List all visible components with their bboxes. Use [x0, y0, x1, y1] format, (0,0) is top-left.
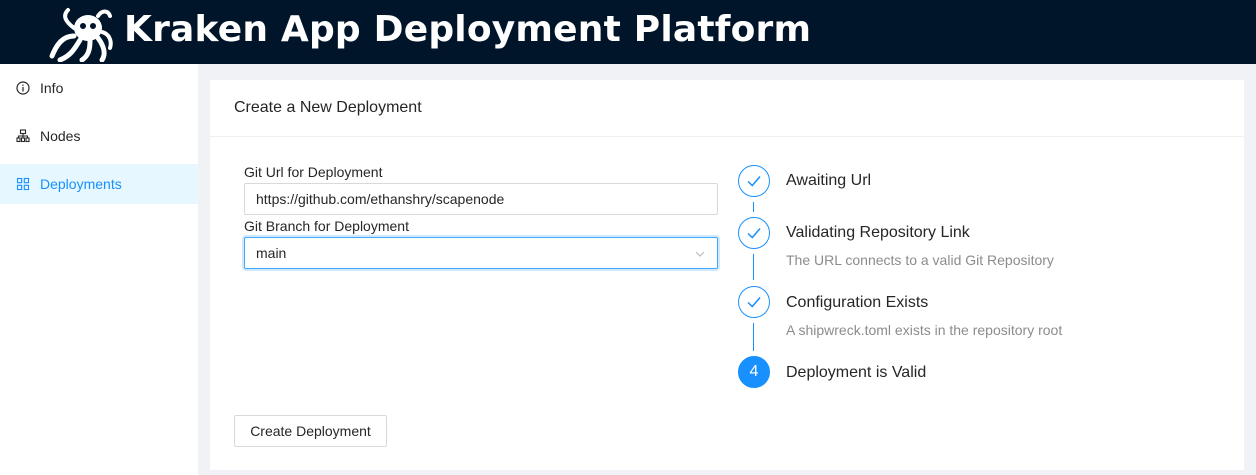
step-1-title: Awaiting Url [786, 172, 872, 189]
sidebar-item-info[interactable]: Info [0, 68, 198, 108]
create-deployment-card: Create a New Deployment Git Url for Depl… [210, 80, 1244, 470]
app-header: Kraken App Deployment Platform [0, 0, 1256, 64]
git-branch-value: main [256, 245, 287, 261]
git-branch-label: Git Branch for Deployment [244, 218, 409, 234]
sidebar: Info Nodes Deployments [0, 64, 198, 475]
sidebar-item-label: Deployments [40, 176, 122, 192]
create-deployment-button[interactable]: Create Deployment [234, 415, 387, 447]
step-2-description: The URL connects to a valid Git Reposito… [786, 252, 1054, 268]
cluster-icon [16, 129, 30, 143]
sidebar-item-label: Info [40, 80, 64, 96]
step-3-description: A shipwreck.toml exists in the repositor… [786, 322, 1063, 338]
sidebar-item-nodes[interactable]: Nodes [0, 116, 198, 156]
step-4-icon: 4 [738, 356, 770, 388]
git-url-label: Git Url for Deployment [244, 164, 383, 180]
card-title: Create a New Deployment [210, 80, 1244, 137]
chevron-down-icon [695, 251, 705, 257]
info-circle-icon [16, 81, 30, 95]
step-4-title: Deployment is Valid [786, 364, 927, 381]
git-branch-select[interactable]: main [244, 237, 718, 269]
step-3-title: Configuration Exists [786, 294, 929, 311]
app-title: Kraken App Deployment Platform [124, 9, 812, 50]
sidebar-item-label: Nodes [40, 128, 81, 144]
step-connector [753, 254, 754, 280]
check-icon [747, 297, 761, 308]
step-2-icon [738, 217, 770, 249]
sidebar-item-deployments[interactable]: Deployments [0, 164, 198, 204]
step-3-icon [738, 286, 770, 318]
check-icon [747, 228, 761, 239]
step-connector [753, 323, 754, 351]
kraken-logo-icon [49, 8, 113, 62]
step-connector [753, 202, 754, 212]
step-1-icon [738, 165, 770, 197]
check-icon [747, 176, 761, 187]
appstore-icon [16, 177, 30, 191]
git-url-input[interactable] [244, 183, 718, 215]
step-4-number: 4 [749, 363, 759, 380]
step-2-title: Validating Repository Link [786, 224, 970, 241]
